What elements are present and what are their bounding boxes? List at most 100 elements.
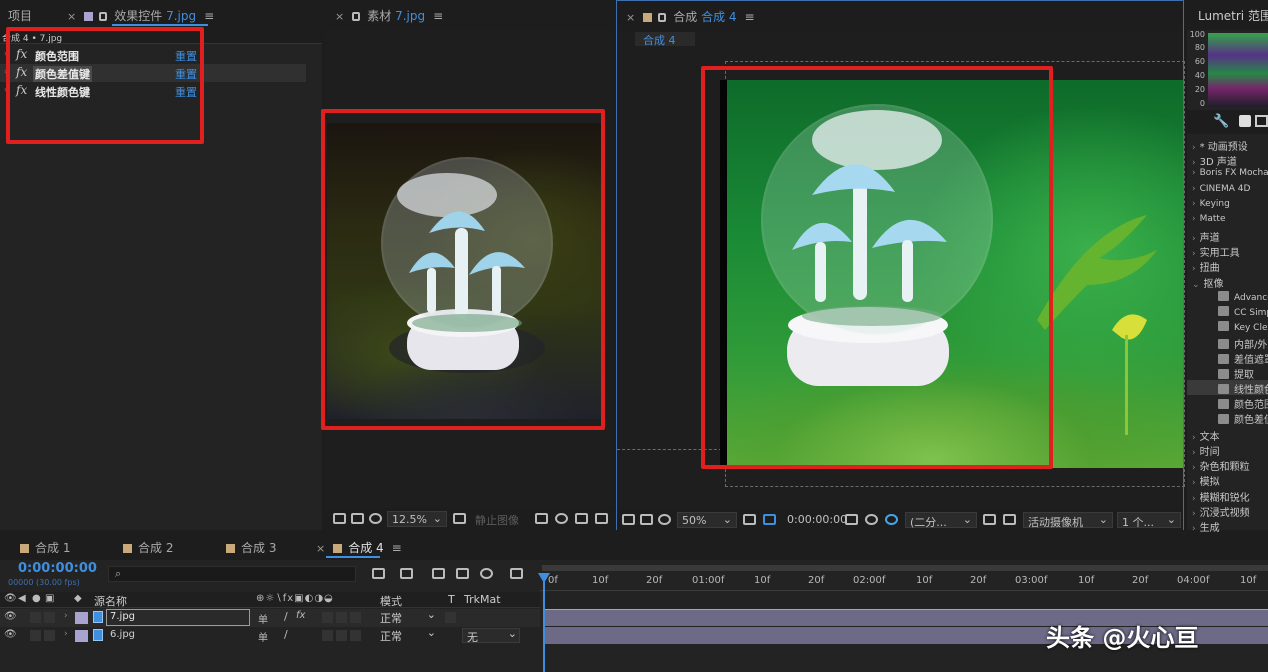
draft-3d-icon[interactable]: [400, 568, 413, 579]
category-matte[interactable]: › Matte: [1192, 214, 1225, 224]
layer-switch-box[interactable]: [336, 630, 347, 641]
tab-lumetri-scopes[interactable]: Lumetri 范围: [1198, 7, 1268, 24]
tab-comp-2[interactable]: 合成 2: [123, 539, 173, 556]
lock-icon[interactable]: ▣: [45, 593, 54, 604]
reset-link[interactable]: 重置: [175, 84, 197, 100]
category-keying-cn[interactable]: ⌄ 抠像: [1192, 275, 1224, 290]
motion-blur-icon[interactable]: [480, 568, 493, 579]
fx-switch-icon[interactable]: fx: [296, 610, 305, 621]
effect-row-color-difference-key[interactable]: › fx 颜色差值键 重置: [0, 64, 306, 82]
reset-link[interactable]: 重置: [175, 66, 197, 82]
region-icon[interactable]: [333, 513, 346, 524]
comp-zoom-select[interactable]: 50% ⌄: [677, 512, 737, 528]
category-channel[interactable]: › 声道: [1192, 229, 1220, 244]
grid-icon[interactable]: [743, 514, 756, 525]
category-3d-channel[interactable]: › 3D 声道: [1192, 153, 1237, 168]
toggle-transparency-icon[interactable]: [1003, 514, 1016, 525]
panel-menu-icon[interactable]: ≡: [392, 541, 402, 555]
close-icon[interactable]: ×: [316, 542, 325, 555]
graph-editor-icon[interactable]: [510, 568, 523, 579]
category-animation-presets[interactable]: › * 动画预设: [1192, 138, 1248, 153]
layer-switch-box[interactable]: [322, 630, 333, 641]
tab-comp-4[interactable]: × 合成 4 ≡: [316, 539, 402, 556]
effect-row-linear-color-key[interactable]: › fx 线性颜色键 重置: [0, 82, 304, 100]
lock-icon[interactable]: [658, 13, 667, 22]
panel-menu-icon[interactable]: ≡: [745, 10, 755, 24]
quality-icon[interactable]: /: [284, 628, 288, 641]
lock-icon[interactable]: [99, 12, 108, 21]
effect-item[interactable]: CC Simple: [1218, 306, 1268, 318]
category-simulation[interactable]: › 模拟: [1192, 473, 1220, 488]
effect-row-color-range[interactable]: › fx 颜色范围 重置: [0, 46, 304, 64]
monitor-icon[interactable]: [351, 513, 364, 524]
label-color-swatch[interactable]: [75, 630, 88, 642]
category-boris-fx[interactable]: › Boris FX Mocha: [1192, 168, 1268, 178]
mask-icon[interactable]: [658, 514, 671, 525]
camera-icon[interactable]: [535, 513, 548, 524]
comp-breadcrumb[interactable]: 合成 4: [635, 32, 695, 47]
channel-icon[interactable]: [575, 513, 588, 524]
category-immersive[interactable]: › 沉浸式视频: [1192, 504, 1250, 519]
tab-footage[interactable]: × 素材 7.jpg ≡: [335, 7, 443, 24]
close-icon[interactable]: ×: [335, 10, 344, 23]
comp-timecode[interactable]: 0:00:00:00: [783, 512, 847, 528]
current-time-indicator[interactable]: [543, 574, 545, 672]
effect-item[interactable]: 内部/外: [1218, 336, 1267, 351]
panel-menu-icon[interactable]: ≡: [433, 9, 443, 23]
close-icon[interactable]: ×: [626, 11, 635, 24]
twirl-icon[interactable]: ›: [4, 85, 7, 94]
category-blur[interactable]: › 模糊和锐化: [1192, 489, 1250, 504]
category-distort[interactable]: › 扭曲: [1192, 259, 1220, 274]
layer-switch-box[interactable]: [350, 630, 361, 641]
tab-comp-3[interactable]: 合成 3: [226, 539, 276, 556]
layer-switch-box[interactable]: [322, 612, 333, 623]
col-trkmat[interactable]: TrkMat: [464, 593, 501, 606]
effect-item[interactable]: 颜色差值: [1218, 411, 1268, 426]
checkbox-icon[interactable]: [1239, 115, 1251, 127]
channel-icon[interactable]: [885, 514, 898, 525]
eye-icon[interactable]: 👁: [4, 629, 17, 640]
tab-project[interactable]: 项目: [8, 7, 32, 24]
resolution-select[interactable]: (二分... ⌄: [905, 512, 977, 529]
collapse-icon[interactable]: 单: [258, 629, 268, 644]
grid-icon[interactable]: [453, 513, 466, 524]
timeline-timecode[interactable]: 0:00:00:00: [18, 561, 97, 576]
layer-switch-box[interactable]: [350, 612, 361, 623]
fx-icon[interactable]: fx: [16, 47, 27, 61]
lock-icon[interactable]: [352, 12, 361, 21]
layer-switch-box[interactable]: [336, 612, 347, 623]
effect-item[interactable]: 提取: [1218, 366, 1254, 381]
effect-item[interactable]: 差值遮罩: [1218, 351, 1268, 366]
col-source-name[interactable]: 源名称: [94, 593, 127, 609]
label-icon[interactable]: ◆: [74, 593, 82, 604]
wrench-icon[interactable]: 🔧: [1213, 114, 1229, 129]
category-generate[interactable]: › 生成: [1192, 519, 1220, 534]
tab-composition[interactable]: × 合成 合成 4 ≡: [626, 8, 755, 25]
transparency-icon[interactable]: [763, 514, 776, 525]
shy-layers-icon[interactable]: [432, 568, 445, 579]
category-time[interactable]: › 时间: [1192, 443, 1220, 458]
quality-icon[interactable]: /: [284, 610, 288, 623]
category-keying[interactable]: › Keying: [1192, 199, 1230, 209]
twirl-icon[interactable]: ›: [4, 49, 7, 58]
camera-select[interactable]: 活动摄像机 ⌄: [1023, 512, 1113, 529]
trkmat-select[interactable]: 无 ⌄: [462, 627, 520, 644]
fx-icon[interactable]: fx: [16, 83, 27, 97]
eye-icon[interactable]: 👁: [4, 611, 17, 622]
monitor-icon[interactable]: [640, 514, 653, 525]
layer-row[interactable]: 👁 › 7.jpg 单 / fx 正常 ⌄: [0, 608, 540, 627]
mode-select[interactable]: 正常 ⌄: [380, 608, 438, 625]
region-icon[interactable]: [622, 514, 635, 525]
layer-row[interactable]: 👁 › 6.jpg 单 / 正常 ⌄ 无 ⌄: [0, 626, 540, 645]
close-icon[interactable]: ×: [67, 10, 76, 23]
collapse-icon[interactable]: 单: [258, 611, 268, 626]
frame-blending-icon[interactable]: [456, 568, 469, 579]
effect-item[interactable]: 颜色范围: [1218, 396, 1268, 411]
layer-switch-box[interactable]: [44, 612, 55, 623]
twirl-icon[interactable]: ›: [64, 611, 68, 621]
fx-icon[interactable]: fx: [16, 65, 27, 79]
tab-effect-controls[interactable]: × 效果控件 7.jpg ≡: [67, 7, 214, 24]
reset-link[interactable]: 重置: [175, 48, 197, 64]
layer-search-input[interactable]: ⌕: [108, 566, 356, 582]
layer-switch-box[interactable]: [30, 612, 41, 623]
